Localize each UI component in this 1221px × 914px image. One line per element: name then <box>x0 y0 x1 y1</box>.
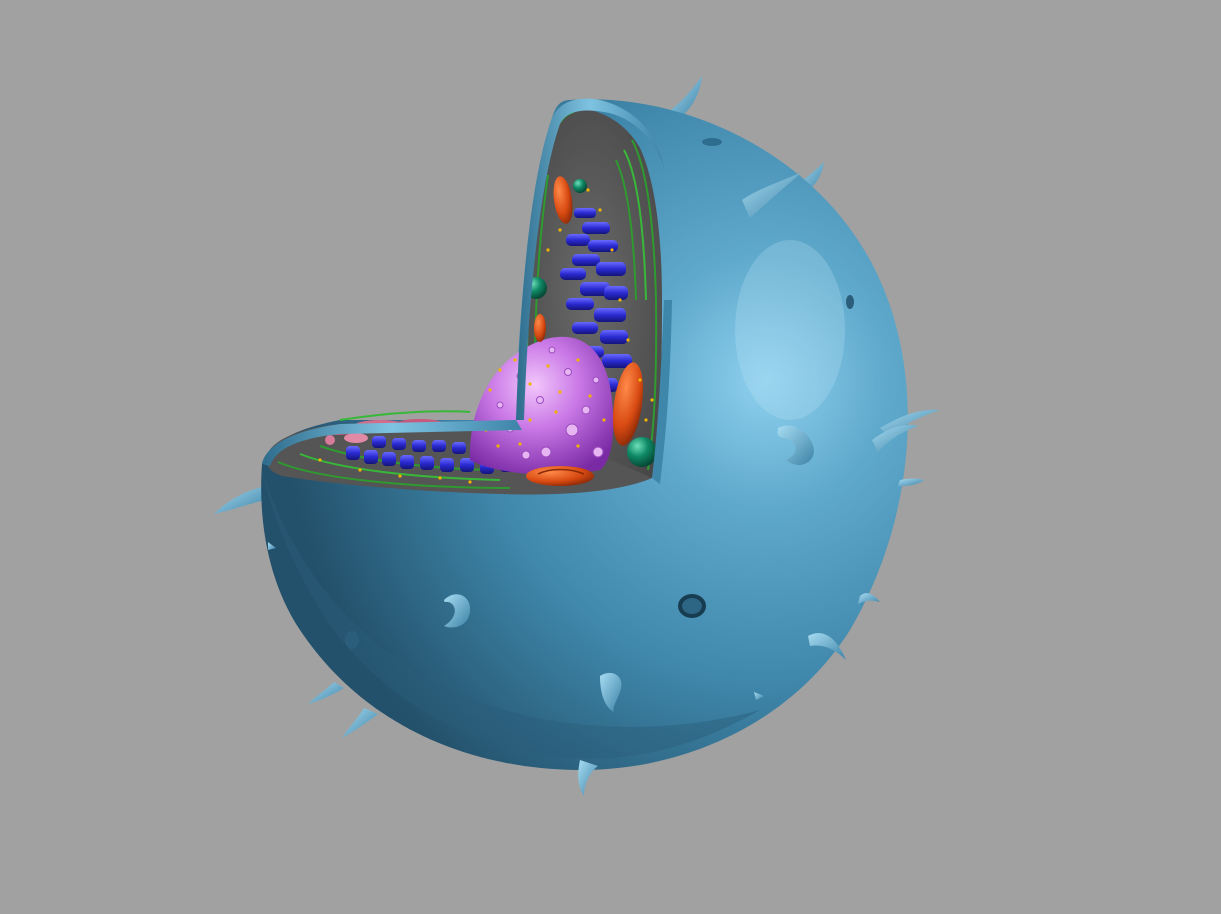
cell-model <box>214 76 940 796</box>
nucleus <box>469 336 614 475</box>
viewport-3d[interactable] <box>0 0 1221 914</box>
